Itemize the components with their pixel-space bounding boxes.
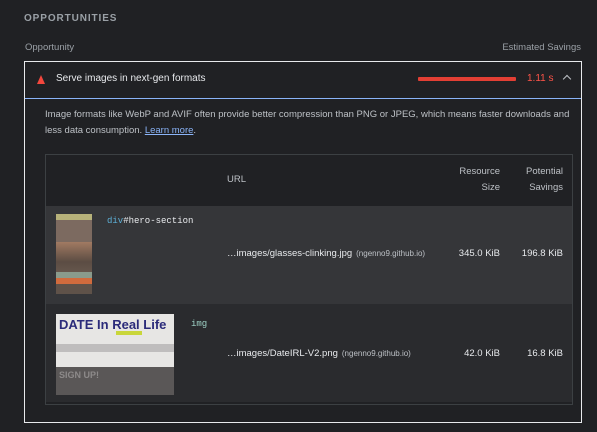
url-cell[interactable]: …images/DateIRL-V2.png (ngenno9.github.io…: [227, 348, 411, 359]
thumb-logo: DATE In Real Life: [59, 317, 167, 332]
url-host: (ngenno9.github.io): [356, 249, 426, 258]
node-id: #hero-section: [123, 216, 194, 226]
node-tag: img: [191, 319, 208, 329]
thumbnail-image: [56, 214, 92, 294]
description-text: Image formats like WebP and AVIF often p…: [45, 109, 570, 136]
table-row: div#hero-section …images/glasses-clinkin…: [46, 206, 572, 304]
table-row: DATE In Real Life SIGN UP! img …images/D…: [46, 304, 572, 402]
url-text: …images/glasses-clinking.jpg: [227, 248, 353, 259]
table-header: URL Resource Size Potential Savings: [46, 155, 572, 206]
savings-bar: [418, 77, 516, 81]
potential-savings: 196.8 KiB: [521, 248, 563, 259]
thumb-logo-stripe: [116, 331, 142, 335]
header-savings-line2: Savings: [529, 182, 563, 193]
resource-size: 42.0 KiB: [464, 348, 500, 359]
chevron-up-icon[interactable]: [562, 74, 572, 84]
audit-panel: Serve images in next-gen formats 1.11 s …: [24, 61, 582, 423]
fail-triangle-icon: [37, 75, 45, 84]
audit-title: Serve images in next-gen formats: [56, 73, 206, 84]
audit-description: Image formats like WebP and AVIF often p…: [45, 107, 570, 139]
audit-header[interactable]: Serve images in next-gen formats 1.11 s: [25, 62, 581, 99]
header-potential-savings: Potential Savings: [526, 164, 563, 196]
thumbnail-image-lower: SIGN UP!: [56, 367, 174, 395]
header-url: URL: [227, 174, 247, 185]
potential-savings: 16.8 KiB: [527, 348, 563, 359]
header-size-line1: Resource: [459, 166, 500, 177]
header-resource-size: Resource Size: [459, 164, 500, 196]
resource-size: 345.0 KiB: [458, 248, 500, 259]
node-label: img: [191, 319, 207, 329]
url-host: (ngenno9.github.io): [341, 349, 411, 358]
thumb-nav-strip: [56, 344, 174, 352]
description-period: .: [193, 125, 197, 136]
learn-more-link[interactable]: Learn more: [145, 125, 194, 136]
node-label: div#hero-section: [107, 216, 193, 226]
header-savings-line1: Potential: [526, 166, 563, 177]
url-cell[interactable]: …images/glasses-clinking.jpg (ngenno9.git…: [227, 248, 425, 259]
thumbnail-image: DATE In Real Life: [56, 314, 174, 367]
header-size-line2: Size: [481, 182, 500, 193]
opportunity-column-label: Opportunity: [25, 42, 75, 53]
thumb-heading: SIGN UP!: [59, 370, 100, 380]
url-text: …images/DateIRL-V2.png: [227, 348, 338, 359]
details-table: URL Resource Size Potential Savings div#…: [45, 154, 573, 405]
savings-value: 1.11 s: [527, 73, 554, 84]
estimated-savings-column-label: Estimated Savings: [502, 42, 581, 53]
section-title: OPPORTUNITIES: [24, 13, 118, 24]
node-tag: div: [107, 216, 124, 226]
